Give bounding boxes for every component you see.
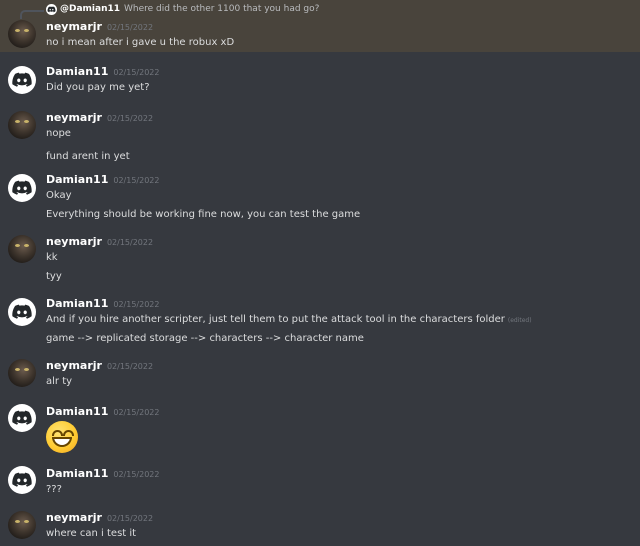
discord-avatar[interactable] <box>8 466 36 494</box>
reply-connector <box>20 10 44 19</box>
cat-avatar[interactable] <box>8 359 36 387</box>
username[interactable]: neymarjr <box>46 20 102 33</box>
username[interactable]: neymarjr <box>46 359 102 372</box>
timestamp: 02/15/2022 <box>106 514 154 523</box>
message-text: where can i test it <box>46 528 137 539</box>
timestamp: 02/15/2022 <box>106 114 154 123</box>
discord-logo-icon <box>12 304 32 319</box>
reply-username[interactable]: @Damian11 <box>60 2 120 16</box>
message-2[interactable]: neymarjr 02/15/2022 nope fund arent in ye… <box>0 108 640 162</box>
discord-logo-icon <box>12 180 32 195</box>
cat-avatar[interactable] <box>8 235 36 263</box>
emoji-mouth <box>52 437 72 447</box>
emoji-eye <box>52 430 63 436</box>
timestamp: 02/15/2022 <box>113 176 160 185</box>
message-text: no i mean after i gave u the robux xD <box>46 37 235 48</box>
username[interactable]: neymarjr <box>46 235 102 248</box>
username[interactable]: Damian11 <box>46 405 108 418</box>
timestamp: 02/15/2022 <box>106 238 154 247</box>
message-text: And if you hire another scripter, just t… <box>46 314 505 325</box>
timestamp: 02/15/2022 <box>113 300 160 309</box>
timestamp: 02/15/2022 <box>113 68 160 77</box>
reply-preview[interactable]: @Damian11 Where did the other 1100 that … <box>46 2 319 16</box>
message-0[interactable]: @Damian11 Where did the other 1100 that … <box>0 0 640 52</box>
timestamp: 02/15/2022 <box>106 362 154 371</box>
cat-avatar[interactable] <box>8 511 36 539</box>
message-text-line: And if you hire another scripter, just t… <box>46 310 632 329</box>
username[interactable]: neymarjr <box>46 111 102 124</box>
cat-avatar[interactable] <box>8 20 36 48</box>
message-3[interactable]: Damian11 02/15/2022 Okay Everything shoul… <box>0 170 640 222</box>
cat-avatar[interactable] <box>8 111 36 139</box>
message-9[interactable]: neymarjr 02/15/2022 where can i test it <box>0 508 640 546</box>
message-text: nope <box>46 128 71 139</box>
message-text: ??? <box>46 484 62 495</box>
message-8[interactable]: Damian11 02/15/2022 ??? <box>0 464 640 504</box>
discord-avatar[interactable] <box>8 174 36 202</box>
emoji-eye <box>63 430 74 436</box>
message-5[interactable]: Damian11 02/15/2022 And if you hire anoth… <box>0 294 640 346</box>
message-text: kk <box>46 252 58 263</box>
discord-logo-icon <box>12 472 32 487</box>
edited-label: (edited) <box>507 317 532 324</box>
username[interactable]: Damian11 <box>46 467 108 480</box>
message-text: game --> replicated storage --> characte… <box>46 333 364 344</box>
message-6[interactable]: neymarjr 02/15/2022 alr ty <box>0 356 640 396</box>
username[interactable]: Damian11 <box>46 65 108 78</box>
message-text: alr ty <box>46 376 73 387</box>
username[interactable]: neymarjr <box>46 511 102 524</box>
username[interactable]: Damian11 <box>46 297 108 310</box>
timestamp: 02/15/2022 <box>106 23 154 32</box>
message-text: fund arent in yet <box>46 151 130 162</box>
message-text: Did you pay me yet? <box>46 82 150 93</box>
discord-logo-icon <box>12 72 32 87</box>
message-7[interactable]: Damian11 02/15/2022 <box>0 402 640 456</box>
discord-icon <box>46 3 57 15</box>
timestamp: 02/15/2022 <box>113 408 160 417</box>
grinning-face-emoji[interactable] <box>46 421 78 453</box>
message-text: Everything should be working fine now, y… <box>46 209 361 220</box>
discord-avatar[interactable] <box>8 404 36 432</box>
username[interactable]: Damian11 <box>46 173 108 186</box>
discord-avatar[interactable] <box>8 66 36 94</box>
message-text: Okay <box>46 190 72 201</box>
discord-avatar[interactable] <box>8 298 36 326</box>
message-text: tyy <box>46 271 62 282</box>
reply-text: Where did the other 1100 that you had go… <box>124 4 320 14</box>
discord-logo-icon <box>12 410 32 425</box>
timestamp: 02/15/2022 <box>113 470 160 479</box>
message-4[interactable]: neymarjr 02/15/2022 kk tyy <box>0 232 640 284</box>
message-1[interactable]: Damian11 02/15/2022 Did you pay me yet? <box>0 62 640 102</box>
